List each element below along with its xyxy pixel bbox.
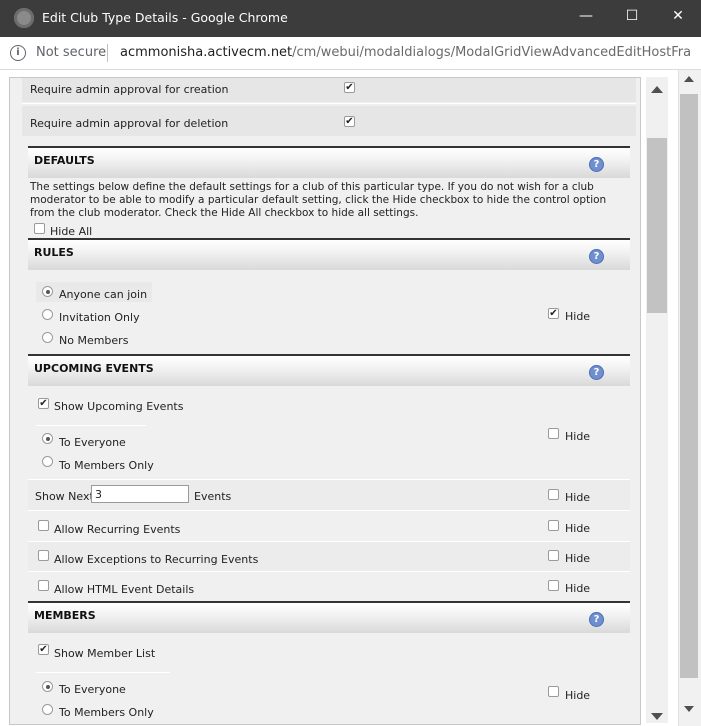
- modal-content-frame: Require admin approval for creation ✔ Re…: [9, 77, 641, 725]
- show-next-hide-checkbox[interactable]: [548, 489, 559, 500]
- rule-nomembers-label: No Members: [59, 334, 129, 347]
- rule-anyone-label: Anyone can join: [59, 288, 148, 301]
- chrome-icon: [14, 8, 34, 28]
- approval-creation-checkbox[interactable]: ✔: [344, 82, 355, 93]
- events-everyone-radio[interactable]: [42, 433, 53, 444]
- section-rules-title: RULES: [34, 246, 74, 259]
- defaults-help-icon[interactable]: ?: [589, 157, 604, 172]
- recurring-hide-checkbox[interactable]: [548, 520, 559, 531]
- events-everyone-label: To Everyone: [59, 436, 126, 449]
- page-scroll-down-icon[interactable]: [684, 706, 694, 712]
- page-scroll-up-icon[interactable]: [684, 76, 694, 82]
- window-title: Edit Club Type Details - Google Chrome: [42, 10, 288, 25]
- members-help-icon[interactable]: ?: [589, 612, 604, 627]
- frame-scroll-up-icon[interactable]: [651, 86, 663, 93]
- show-upcoming-events-checkbox[interactable]: ✔: [38, 398, 49, 409]
- row-divider: [28, 571, 630, 572]
- frame-scroll-down-icon[interactable]: [651, 713, 663, 720]
- rules-help-icon[interactable]: ?: [589, 249, 604, 264]
- defaults-description: The settings below define the default se…: [30, 181, 607, 219]
- title-bar: Edit Club Type Details - Google Chrome —…: [0, 0, 701, 37]
- close-button[interactable]: ✕: [655, 0, 701, 34]
- section-members-header: MEMBERS ?: [28, 601, 630, 633]
- members-only-label: To Members Only: [59, 706, 154, 719]
- show-upcoming-events-label: Show Upcoming Events: [54, 400, 184, 413]
- exceptions-hide-checkbox[interactable]: [548, 550, 559, 561]
- recurring-events-checkbox[interactable]: [38, 520, 49, 531]
- rules-hide-label: Hide: [565, 310, 591, 323]
- section-rules-header: RULES ?: [28, 238, 630, 270]
- events-audience-hide-checkbox[interactable]: [548, 428, 559, 439]
- row-divider: [22, 103, 636, 104]
- address-bar[interactable]: i Not secure acmmonisha.activecm.net/cm/…: [0, 37, 701, 70]
- members-only-radio[interactable]: [42, 704, 53, 715]
- members-everyone-radio[interactable]: [42, 681, 53, 692]
- rule-invitation-label: Invitation Only: [59, 311, 140, 324]
- upcoming-events-help-icon[interactable]: ?: [589, 365, 604, 380]
- url-host: acmmonisha.activecm.net: [120, 45, 293, 60]
- rule-anyone-radio[interactable]: [42, 286, 53, 297]
- show-member-list-checkbox[interactable]: ✔: [38, 644, 49, 655]
- html-details-checkbox[interactable]: [38, 580, 49, 591]
- security-status: Not secure: [36, 45, 107, 60]
- exceptions-hide-label: Hide: [565, 552, 591, 565]
- section-upcoming-events-title: UPCOMING EVENTS: [34, 362, 154, 375]
- section-defaults-header: DEFAULTS ?: [28, 146, 630, 178]
- approval-deletion-label: Require admin approval for deletion: [30, 117, 229, 130]
- recurring-events-label: Allow Recurring Events: [54, 523, 181, 536]
- info-icon[interactable]: i: [10, 45, 26, 61]
- section-upcoming-events-header: UPCOMING EVENTS ?: [28, 354, 630, 386]
- maximize-button[interactable]: ☐: [609, 0, 655, 34]
- members-hide-checkbox[interactable]: [548, 686, 559, 697]
- events-unit-label: Events: [194, 490, 232, 503]
- html-details-hide-checkbox[interactable]: [548, 580, 559, 591]
- url-path: /cm/webui/modaldialogs/ModalGridViewAdva…: [292, 45, 690, 60]
- row-divider: [36, 425, 146, 426]
- events-members-label: To Members Only: [59, 459, 154, 472]
- hide-all-label: Hide All: [50, 225, 93, 238]
- members-everyone-label: To Everyone: [59, 683, 126, 696]
- events-audience-hide-label: Hide: [565, 430, 591, 443]
- show-member-list-label: Show Member List: [54, 647, 156, 660]
- row-divider: [36, 672, 170, 673]
- minimize-button[interactable]: —: [563, 0, 609, 34]
- frame-scrollbar-thumb[interactable]: [647, 138, 667, 313]
- recurring-hide-label: Hide: [565, 522, 591, 535]
- hide-all-checkbox[interactable]: [34, 223, 45, 234]
- members-hide-label: Hide: [565, 689, 591, 702]
- html-details-hide-label: Hide: [565, 582, 591, 595]
- exceptions-label: Allow Exceptions to Recurring Events: [54, 553, 259, 566]
- rule-invitation-radio[interactable]: [42, 309, 53, 320]
- rule-nomembers-radio[interactable]: [42, 332, 53, 343]
- events-members-radio[interactable]: [42, 456, 53, 467]
- html-details-label: Allow HTML Event Details: [54, 583, 195, 596]
- approval-creation-label: Require admin approval for creation: [30, 83, 229, 96]
- section-members-title: MEMBERS: [34, 609, 96, 622]
- row-divider: [28, 510, 630, 511]
- rules-hide-checkbox[interactable]: ✔: [548, 308, 559, 319]
- address-separator: [107, 44, 108, 62]
- show-next-hide-label: Hide: [565, 491, 591, 504]
- url-text[interactable]: acmmonisha.activecm.net/cm/webui/modaldi…: [120, 45, 690, 60]
- approval-deletion-checkbox[interactable]: ✔: [344, 116, 355, 127]
- show-next-input[interactable]: 3: [91, 485, 189, 503]
- exceptions-checkbox[interactable]: [38, 550, 49, 561]
- show-next-label: Show Next: [35, 490, 94, 503]
- section-defaults-title: DEFAULTS: [34, 154, 95, 167]
- page-scrollbar-thumb[interactable]: [680, 94, 698, 678]
